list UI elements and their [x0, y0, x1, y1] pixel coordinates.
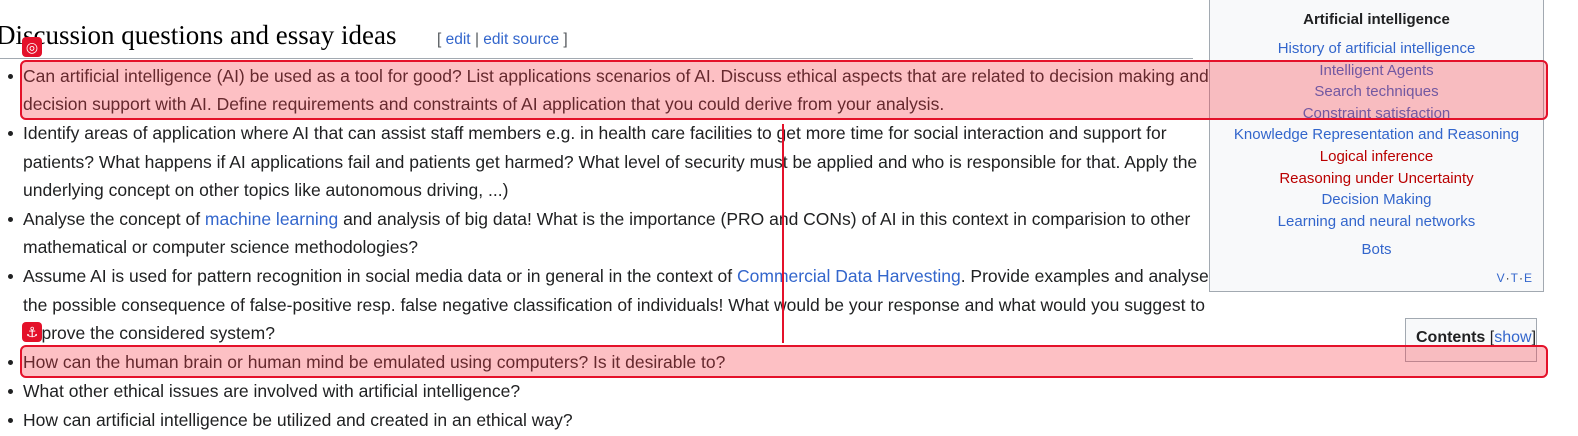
target-icon: ◎ [22, 37, 42, 57]
navbox-link-bots[interactable]: Bots [1210, 239, 1543, 261]
machine-learning-link[interactable]: machine learning [205, 209, 338, 229]
ai-navbox: Artificial intelligence History of artif… [1209, 0, 1544, 292]
section-title: Discussion questions and essay ideas [0, 20, 397, 50]
list-item: How can artificial intelligence be utili… [8, 406, 1218, 434]
list-item: Assume AI is used for pattern recognitio… [8, 262, 1218, 347]
list-item: What other ethical issues are involved w… [8, 377, 1218, 405]
commercial-data-harvesting-link[interactable]: Commercial Data Harvesting [737, 266, 961, 286]
navbox-vte: V·T·E [1496, 271, 1533, 285]
vte-edit-link[interactable]: E [1524, 271, 1533, 285]
navbox-link-reasoning-uncertainty[interactable]: Reasoning under Uncertainty [1210, 168, 1543, 190]
edit-source-link[interactable]: edit source [483, 31, 559, 48]
list-item: Analyse the concept of machine learning … [8, 205, 1218, 261]
anchor-icon: ⚓ [22, 322, 42, 342]
vte-view-link[interactable]: V [1497, 271, 1506, 285]
contents-label: Contents [1416, 329, 1486, 346]
navbox-link-learning-neural-networks[interactable]: Learning and neural networks [1210, 211, 1543, 233]
source-highlight [20, 60, 1548, 120]
navbox-link-decision-making[interactable]: Decision Making [1210, 189, 1543, 211]
edit-link[interactable]: edit [446, 31, 471, 48]
contents-show-toggle[interactable]: show [1494, 329, 1531, 346]
vte-talk-link[interactable]: T [1511, 271, 1519, 285]
section-edit-links: [ edit | edit source ] [437, 31, 568, 48]
navbox-link-knowledge-representation[interactable]: Knowledge Representation and Reasoning [1210, 124, 1543, 146]
connector-line [782, 124, 784, 343]
target-highlight [20, 345, 1548, 378]
navbox-title: Artificial intelligence [1303, 11, 1450, 28]
navbox-link-history[interactable]: History of artificial intelligence [1210, 38, 1543, 60]
navbox-link-logical-inference[interactable]: Logical inference [1210, 146, 1543, 168]
list-item: Identify areas of application where AI t… [8, 119, 1218, 204]
section-heading: Discussion questions and essay ideas [ e… [0, 18, 1193, 59]
